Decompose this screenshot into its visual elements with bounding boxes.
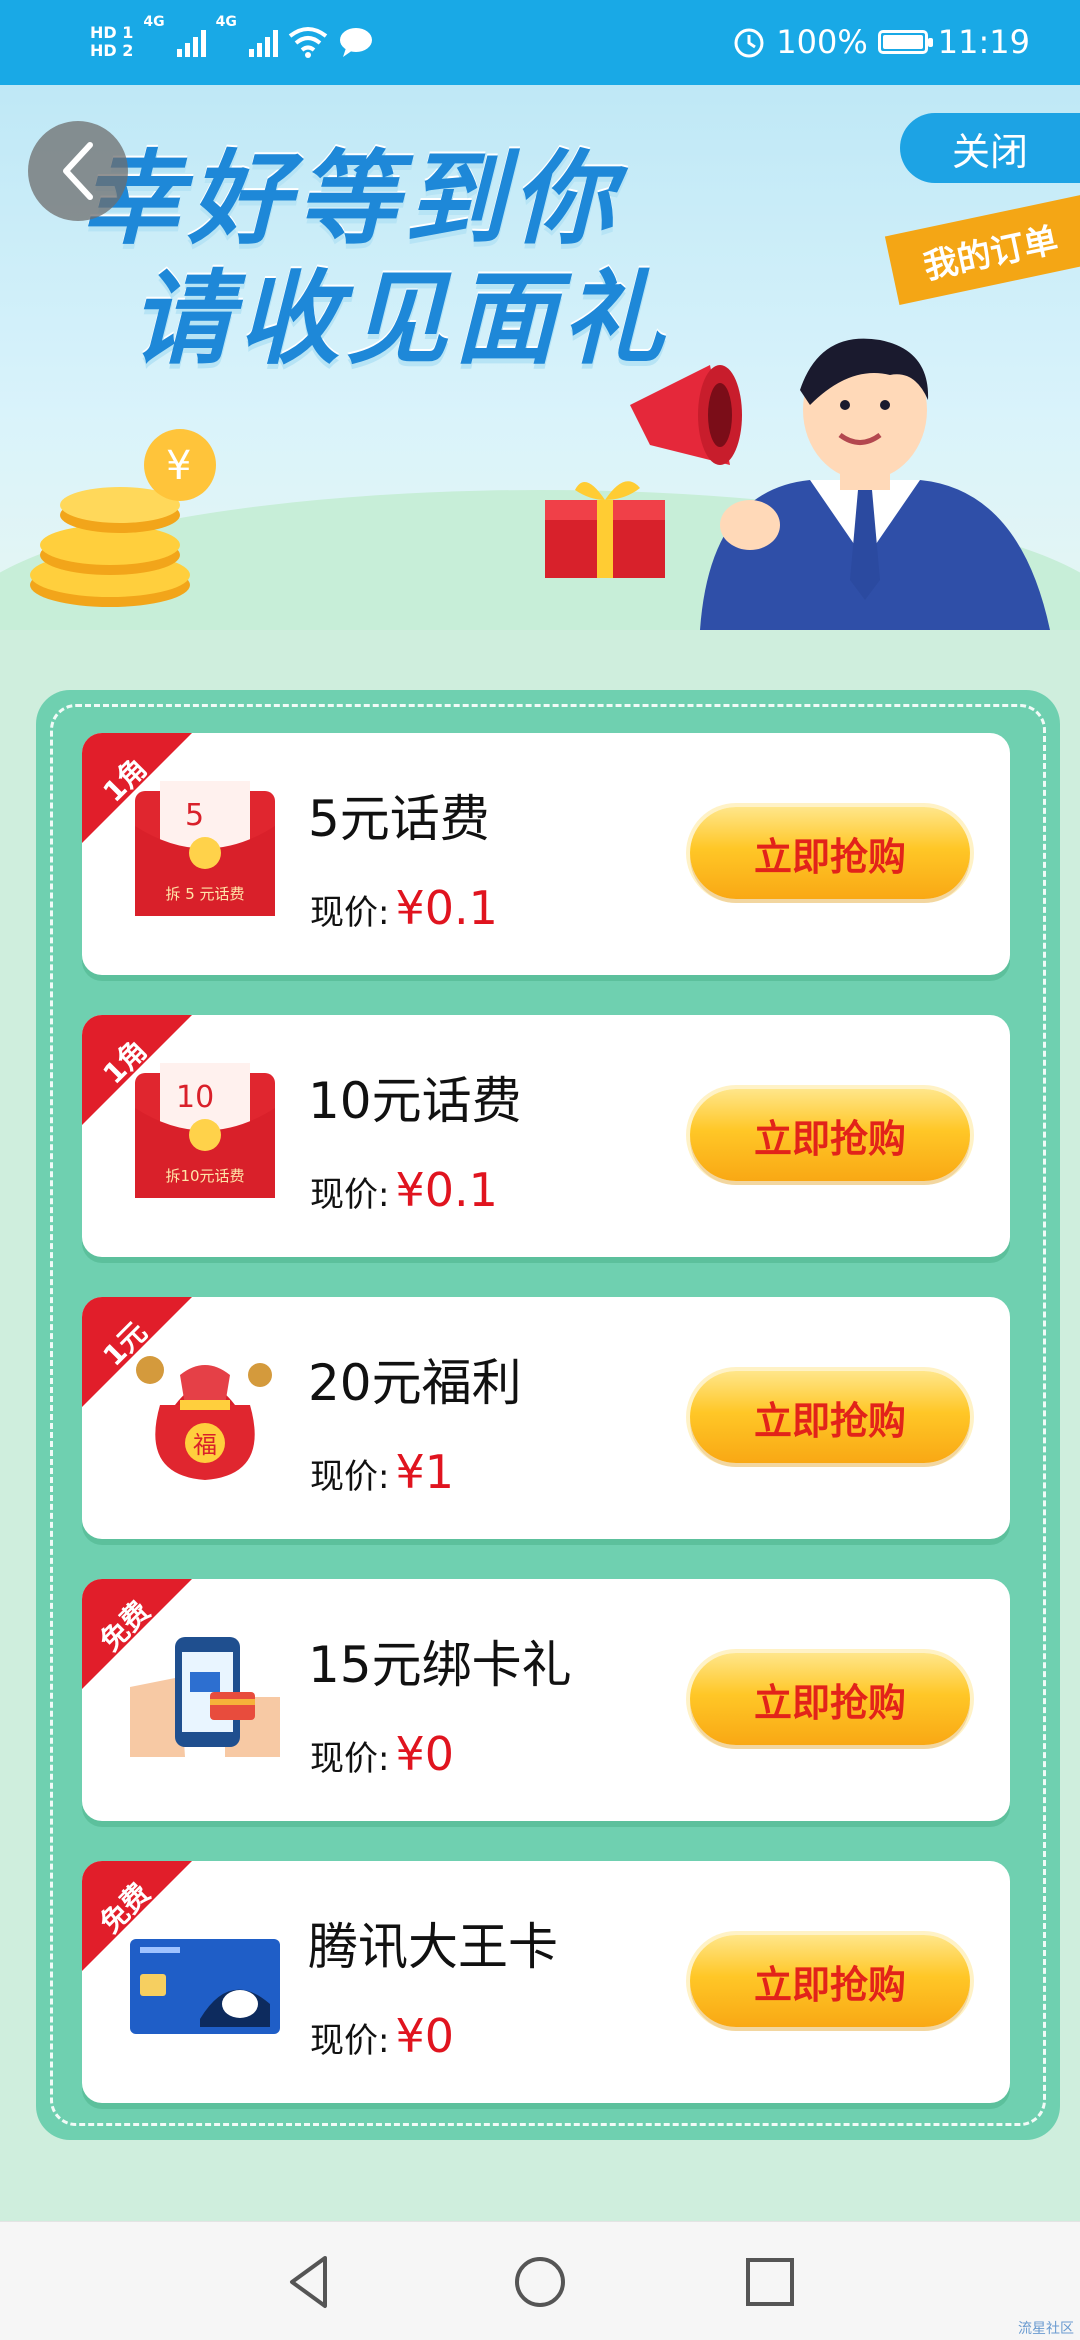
buy-now-button[interactable]: 立即抢购 (690, 1371, 970, 1463)
price-row: 现价: ¥0 (310, 1727, 454, 1781)
buy-now-button[interactable]: 立即抢购 (690, 1089, 970, 1181)
product-card: 1角 10 拆10元话费 10元话费 现价: ¥0.1 立即抢购 (82, 1015, 1010, 1257)
buy-now-button[interactable]: 立即抢购 (690, 1935, 970, 2027)
nav-home-icon[interactable] (510, 2252, 570, 2312)
price-row: 现价: ¥0 (310, 2009, 454, 2063)
headline-line1: 幸好等到你 (80, 140, 620, 259)
price-value: ¥1 (395, 1445, 455, 1499)
red-envelope-icon: 10 拆10元话费 (135, 1063, 275, 1198)
price-label: 现价: (310, 1457, 390, 1497)
close-button[interactable]: 关闭 (900, 113, 1080, 183)
price-value: ¥0.1 (395, 1163, 498, 1217)
businessman-illustration (700, 338, 1050, 630)
product-card: 免费 腾讯大王卡 现价: ¥0 立即抢购 (82, 1861, 1010, 2103)
wifi-icon (288, 27, 328, 58)
price-label: 现价: (310, 893, 390, 933)
product-title: 10元话费 (308, 1072, 522, 1130)
headline-line2: 请收见面礼 (130, 260, 670, 379)
nav-recents-icon[interactable] (740, 2252, 800, 2312)
network1-label: 4G (143, 14, 165, 30)
product-title: 5元话费 (308, 790, 490, 848)
thumb-value: 5 (185, 798, 204, 833)
message-icon (339, 28, 372, 57)
alarm-icon (734, 28, 764, 58)
price-row: 现价: ¥1 (310, 1445, 454, 1499)
hd1-label: HD 1 (90, 23, 134, 42)
product-card: 免费 15元绑卡礼 现价: ¥0 立即抢购 (82, 1579, 1010, 1821)
product-title: 20元福利 (308, 1354, 522, 1412)
sim-card-icon (130, 1939, 280, 2034)
battery-icon (877, 30, 933, 54)
price-value: ¥0.1 (395, 881, 498, 935)
banner-headline: 幸好等到你 请收见面礼 (80, 140, 670, 380)
price-value: ¥0 (395, 2009, 455, 2063)
back-button[interactable] (28, 121, 128, 221)
system-navigation-bar: 流星社区 (0, 2221, 1080, 2340)
hd-indicator: HD 1 HD 2 (90, 24, 133, 60)
product-title: 腾讯大王卡 (308, 1918, 558, 1976)
promo-banner: ¥ 幸好等到你 请收见面礼 关闭 我的订单 (0, 85, 1080, 630)
watermark: 流星社区 (1018, 2321, 1074, 2337)
clock: 11:19 (937, 23, 1030, 61)
thumb-value: 福 (193, 1431, 217, 1459)
network2-label: 4G (215, 14, 237, 30)
chevron-left-icon (63, 142, 93, 200)
buy-now-button[interactable]: 立即抢购 (690, 1653, 970, 1745)
thumb-caption: 拆10元话费 (165, 1167, 244, 1185)
buy-now-button[interactable]: 立即抢购 (690, 807, 970, 899)
price-label: 现价: (310, 1739, 390, 1779)
lucky-bag-icon: 福 (136, 1356, 272, 1480)
battery-percent: 100% (776, 23, 868, 61)
product-card: 1元 福 20元福利 现价: ¥1 立即抢购 (82, 1297, 1010, 1539)
signal-icon (176, 27, 206, 57)
gold-coins-illustration: ¥ (30, 429, 216, 607)
product-title: 15元绑卡礼 (308, 1636, 572, 1694)
product-card: 1角 5 拆 5 元话费 5元话费 现价: ¥0.1 立即抢购 (82, 733, 1010, 975)
status-bar-left: HD 1 HD 2 4G 4G (90, 14, 374, 70)
status-bar-right: 100% 11:19 (732, 14, 1030, 70)
thumb-value: 10 (176, 1080, 214, 1115)
svg-text:¥: ¥ (166, 443, 191, 489)
signal-icon (248, 27, 278, 57)
phone-payment-icon (130, 1637, 280, 1757)
price-label: 现价: (310, 2021, 390, 2061)
status-bar: HD 1 HD 2 4G 4G 100% 11:19 (0, 0, 1080, 85)
hd2-label: HD 2 (90, 41, 134, 60)
price-row: 现价: ¥0.1 (310, 881, 498, 935)
red-envelope-icon: 5 拆 5 元话费 (135, 781, 275, 916)
price-row: 现价: ¥0.1 (310, 1163, 498, 1217)
my-orders-button[interactable]: 我的订单 (884, 194, 1080, 306)
price-value: ¥0 (395, 1727, 455, 1781)
price-label: 现价: (310, 1175, 390, 1215)
nav-back-icon[interactable] (280, 2252, 340, 2312)
thumb-caption: 拆 5 元话费 (165, 885, 244, 903)
